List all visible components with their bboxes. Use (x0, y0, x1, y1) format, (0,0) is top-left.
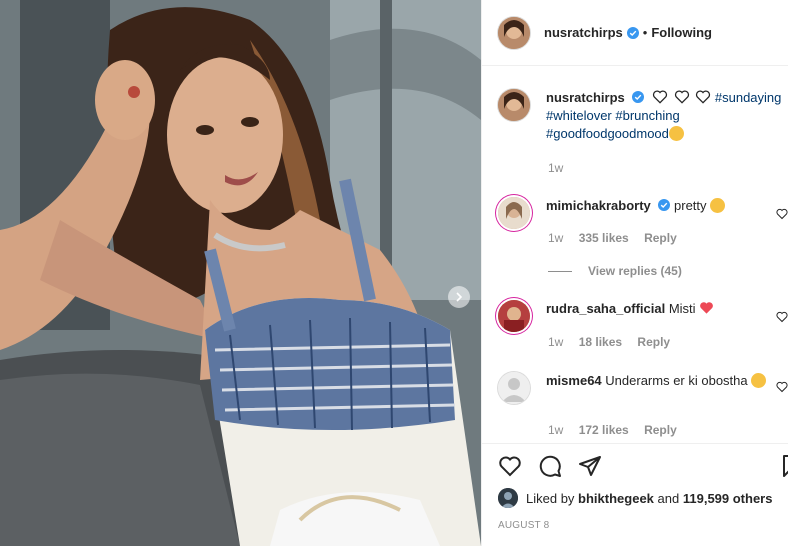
comment-row: misme64 Underarms er ki obostha (498, 372, 788, 404)
commenter-username[interactable]: rudra_saha_official (546, 301, 665, 316)
heart-outline-icon[interactable] (776, 381, 788, 393)
liked-by-prefix: Liked by (526, 490, 575, 506)
comment-meta: 1w 172 likes Reply (548, 423, 689, 437)
liker-avatar[interactable] (498, 488, 518, 508)
comment-row: rudra_saha_official Misti (498, 300, 788, 332)
chevron-right-icon (456, 292, 463, 302)
verified-icon (658, 199, 671, 211)
comment-time[interactable]: 1w (548, 335, 563, 349)
post-header: nusratchirps • Following (482, 0, 788, 66)
post-date[interactable]: AUGUST 8 (498, 520, 549, 531)
comment-meta: 1w 335 likes Reply (548, 231, 689, 245)
hashtag-link[interactable]: #brunching (615, 108, 679, 123)
avatar-image (498, 197, 530, 229)
photo-illustration (0, 0, 481, 546)
comments-list[interactable]: nusratchirps #sundaying #whitelover #bru… (482, 67, 788, 443)
commenter-username[interactable]: misme64 (546, 373, 602, 388)
avatar-image (498, 89, 530, 121)
comment-icon (539, 455, 561, 477)
commenter-avatar[interactable] (498, 300, 530, 332)
post-side-panel: nusratchirps • Following nusratchirps #s… (481, 0, 788, 546)
comment-time[interactable]: 1w (548, 231, 563, 245)
commenter-avatar[interactable] (498, 372, 530, 404)
hashtag-link[interactable]: #whitelover (546, 108, 612, 123)
action-bar (498, 454, 618, 478)
caption-meta: 1w (548, 161, 575, 175)
liker-username[interactable]: bhikthegeek (578, 491, 654, 506)
caption-time[interactable]: 1w (548, 161, 563, 175)
red-heart-icon (700, 302, 714, 314)
comment-time[interactable]: 1w (548, 423, 563, 437)
reply-button[interactable]: Reply (644, 423, 677, 437)
hashtag-link[interactable]: #goodfoodgoodmood (546, 126, 669, 141)
white-heart-icon (696, 90, 711, 104)
replies-divider (548, 270, 572, 272)
comment-likes[interactable]: 335 likes (579, 231, 629, 245)
share-button[interactable] (578, 454, 602, 478)
white-heart-icon (652, 90, 668, 104)
avatar-image (498, 16, 530, 49)
post-photo[interactable] (0, 0, 481, 546)
commenter-username[interactable]: mimichakraborty (546, 198, 651, 213)
author-avatar[interactable] (498, 16, 530, 49)
comment-text: Misti (668, 301, 696, 316)
caption-body: nusratchirps #sundaying #whitelover #bru… (546, 89, 786, 143)
next-photo-button[interactable] (448, 286, 470, 308)
likes-count[interactable]: 119,599 others (683, 491, 773, 506)
view-replies-button[interactable]: View replies (45) (548, 264, 682, 278)
caption-username[interactable]: nusratchirps (546, 90, 625, 105)
caption: nusratchirps #sundaying #whitelover #bru… (498, 89, 788, 143)
post-actions: Liked by bhikthegeek and 119,599 others … (482, 443, 788, 546)
save-button[interactable] (779, 454, 788, 478)
like-icon (499, 456, 521, 477)
save-icon (783, 455, 788, 477)
likes-summary: Liked by bhikthegeek and 119,599 others (498, 488, 772, 508)
comment-row: mimichakraborty pretty (498, 197, 788, 229)
author-username[interactable]: nusratchirps (544, 25, 623, 40)
comment-button[interactable] (538, 454, 562, 478)
reply-button[interactable]: Reply (644, 231, 677, 245)
comment-body: misme64 Underarms er ki obostha (546, 372, 768, 404)
header-separator: • (642, 25, 648, 40)
comment-text: Underarms er ki obostha (605, 373, 748, 388)
caption-avatar[interactable] (498, 89, 530, 121)
verified-icon (632, 91, 645, 103)
comment-body: rudra_saha_official Misti (546, 300, 768, 332)
following-button[interactable]: Following (651, 25, 712, 40)
avatar-image (498, 488, 518, 508)
verified-icon (626, 26, 639, 39)
default-avatar-icon (498, 372, 530, 404)
comment-body: mimichakraborty pretty (546, 197, 768, 229)
grimace-emoji-icon (751, 373, 767, 388)
share-icon (579, 456, 601, 476)
heart-eyes-emoji-icon (710, 198, 726, 213)
like-button[interactable] (498, 454, 522, 478)
reply-button[interactable]: Reply (637, 335, 670, 349)
comment-likes[interactable]: 18 likes (579, 335, 622, 349)
comment-likes[interactable]: 172 likes (579, 423, 629, 437)
avatar-image (498, 300, 530, 332)
view-replies-label: View replies (45) (588, 264, 682, 278)
heart-outline-icon[interactable] (776, 208, 788, 220)
heart-outline-icon[interactable] (776, 311, 788, 323)
commenter-avatar[interactable] (498, 197, 530, 229)
liked-by-and: and (657, 490, 680, 506)
white-heart-icon (674, 90, 689, 104)
yum-emoji-icon (668, 126, 684, 141)
comment-text: pretty (674, 198, 707, 213)
hashtag-link[interactable]: #sundaying (715, 90, 782, 105)
comment-meta: 1w 18 likes Reply (548, 335, 682, 349)
